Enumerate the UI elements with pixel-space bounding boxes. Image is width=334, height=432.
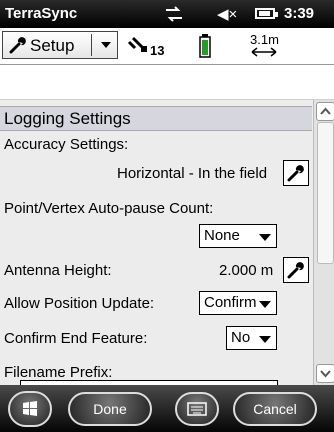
scroll-up-icon[interactable] xyxy=(316,102,334,121)
keyboard-icon xyxy=(187,402,207,416)
blank-bar xyxy=(0,65,334,100)
position-update-select[interactable]: Confirm xyxy=(199,291,277,315)
filename-prefix-label: Filename Prefix: xyxy=(4,364,113,381)
scrollbar-thumb[interactable] xyxy=(317,122,334,264)
satellite-icon[interactable] xyxy=(127,36,149,56)
app-title: TerraSync xyxy=(5,5,78,22)
antenna-height-button[interactable] xyxy=(283,257,309,283)
scroll-down-icon[interactable] xyxy=(316,364,334,383)
section-header: Logging Settings xyxy=(0,106,312,131)
confirm-end-feature-value: No xyxy=(231,329,251,346)
settings-panel: Logging Settings Accuracy Settings: Hori… xyxy=(0,100,334,385)
scrollbar[interactable] xyxy=(313,100,334,385)
wrench-icon xyxy=(287,165,304,182)
dropdown-arrow-icon xyxy=(259,336,271,343)
antenna-height-value: 2.000 m xyxy=(219,262,274,279)
autopause-count-value: None xyxy=(204,227,240,244)
satellite-count: 13 xyxy=(150,43,165,58)
dropdown-arrow-icon[interactable] xyxy=(97,36,115,54)
wrench-icon xyxy=(287,262,304,279)
network-icon[interactable] xyxy=(164,4,184,24)
autopause-count-label: Point/Vertex Auto-pause Count: xyxy=(4,200,214,217)
toolbar: Setup xyxy=(0,28,334,65)
accuracy-settings-value: Horizontal - In the field xyxy=(117,165,268,182)
setup-label: Setup xyxy=(30,36,75,55)
windows-start-icon xyxy=(23,401,37,416)
wrench-icon xyxy=(9,37,26,54)
confirm-end-feature-select[interactable]: No xyxy=(226,326,277,350)
done-button[interactable]: Done xyxy=(68,392,152,426)
accuracy-settings-button[interactable] xyxy=(283,160,309,186)
setup-menu-button[interactable]: Setup xyxy=(2,31,118,59)
dropdown-arrow-icon xyxy=(259,301,271,308)
accuracy-settings-label: Accuracy Settings: xyxy=(4,136,129,153)
antenna-height-label: Antenna Height: xyxy=(4,262,112,279)
position-update-label: Allow Position Update: xyxy=(4,295,155,312)
volume-icon[interactable]: ◀× xyxy=(217,5,237,23)
battery-icon[interactable] xyxy=(255,8,278,19)
softkey-bar: Done Cancel xyxy=(0,385,334,432)
status-bar: TerraSync ◀× 3:39 xyxy=(0,0,334,28)
section-title: Logging Settings xyxy=(4,109,131,128)
divider xyxy=(91,34,92,56)
dropdown-arrow-icon xyxy=(259,234,271,241)
cancel-button[interactable]: Cancel xyxy=(233,392,317,426)
keyboard-button[interactable] xyxy=(175,392,219,426)
accuracy-range[interactable]: 3.1m xyxy=(250,32,279,47)
clock[interactable]: 3:39 xyxy=(284,5,314,22)
autopause-count-select[interactable]: None xyxy=(199,224,277,248)
confirm-end-feature-label: Confirm End Feature: xyxy=(4,330,148,347)
range-arrow-icon xyxy=(251,47,277,57)
windows-start-button[interactable] xyxy=(8,391,52,427)
receiver-battery-icon[interactable] xyxy=(199,34,211,58)
position-update-value: Confirm xyxy=(204,294,257,311)
